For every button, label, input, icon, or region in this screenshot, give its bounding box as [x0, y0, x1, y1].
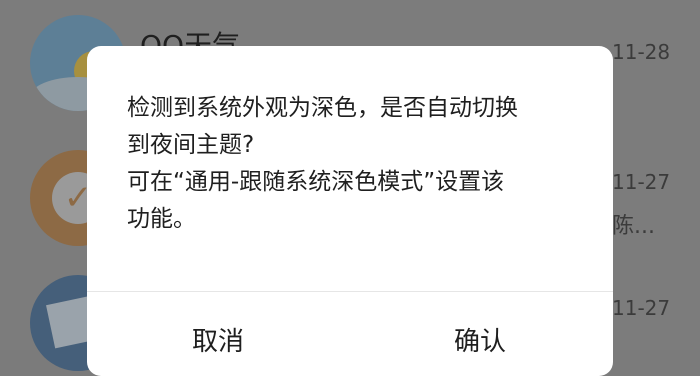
dialog-message-line: 检测到系统外观为深色，是否自动切换: [127, 95, 518, 121]
dialog-divider: [87, 291, 613, 292]
dialog-message-line: 到夜间主题?: [127, 132, 255, 158]
cancel-button[interactable]: 取消: [118, 314, 318, 370]
dialog-message: 检测到系统外观为深色，是否自动切换 到夜间主题? 可在“通用-跟随系统深色模式”…: [127, 90, 597, 238]
dark-mode-dialog: 检测到系统外观为深色，是否自动切换 到夜间主题? 可在“通用-跟随系统深色模式”…: [87, 46, 613, 376]
dialog-message-line: 功能。: [127, 206, 196, 232]
list-item-date: 11-27: [612, 170, 671, 194]
list-item-date: 11-27: [612, 296, 671, 320]
list-item-preview: 陈...: [612, 214, 655, 239]
confirm-button[interactable]: 确认: [380, 314, 580, 370]
list-item-date: 11-28: [612, 40, 671, 64]
dialog-message-line: 可在“通用-跟随系统深色模式”设置该: [127, 169, 505, 195]
